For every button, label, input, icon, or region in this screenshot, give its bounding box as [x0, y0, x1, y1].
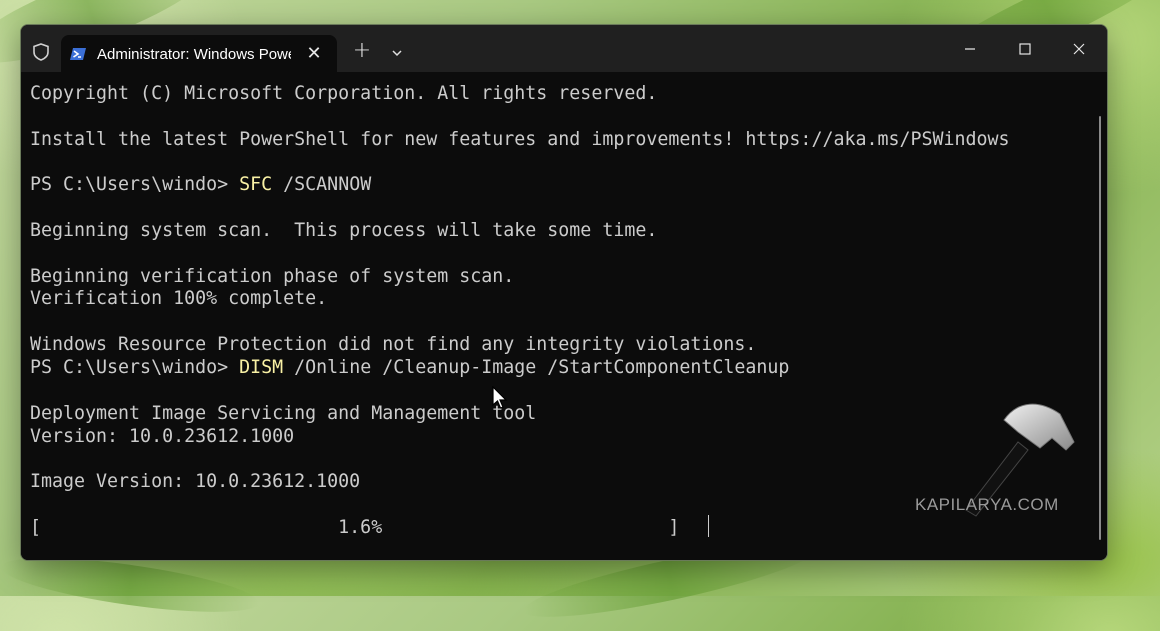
maximize-button[interactable]	[1005, 34, 1045, 64]
scrollbar[interactable]	[1099, 116, 1101, 540]
output-line: Verification 100% complete.	[30, 288, 328, 309]
powershell-icon	[69, 45, 87, 63]
new-tab-button[interactable]: +	[351, 40, 373, 63]
output-line: Version: 10.0.23612.1000	[30, 426, 295, 447]
output-line: Image Version: 10.0.23612.1000	[30, 471, 361, 492]
terminal-window: Administrator: Windows PowerShell ✕ + Co	[20, 24, 1108, 561]
shield-icon	[31, 42, 51, 62]
title-bar: Administrator: Windows PowerShell ✕ +	[21, 25, 1107, 73]
prompt: PS C:\Users\windo>	[30, 357, 240, 378]
terminal-output[interactable]: Copyright (C) Microsoft Corporation. All…	[21, 72, 1107, 560]
tab-title: Administrator: Windows PowerShell	[97, 46, 291, 63]
output-line: Beginning verification phase of system s…	[30, 266, 515, 287]
maximize-icon	[1019, 43, 1031, 55]
mouse-pointer-icon	[492, 385, 508, 410]
close-window-icon	[1073, 43, 1085, 55]
minimize-icon	[965, 48, 975, 50]
command-line: PS C:\Users\windo> DISM /Online /Cleanup…	[30, 357, 789, 379]
output-line: Beginning system scan. This process will…	[30, 220, 658, 241]
watermark: KAPILARYA.COM	[915, 495, 1059, 514]
command-name: DISM	[239, 357, 284, 378]
close-window-button[interactable]	[1059, 34, 1099, 64]
text-cursor	[708, 515, 709, 537]
output-line: Windows Resource Protection did not find…	[30, 334, 757, 355]
output-line: Copyright (C) Microsoft Corporation. All…	[30, 83, 658, 104]
command-args: /Online /Cleanup-Image /StartComponentCl…	[283, 357, 790, 378]
progress-bar-text: [ 1.6% ]	[30, 517, 680, 538]
tab-powershell[interactable]: Administrator: Windows PowerShell ✕	[61, 35, 337, 73]
minimize-button[interactable]	[950, 34, 990, 64]
output-line: Deployment Image Servicing and Managemen…	[30, 403, 537, 424]
command-line: PS C:\Users\windo> SFC /SCANNOW	[30, 174, 371, 196]
close-icon[interactable]: ✕	[303, 43, 325, 65]
command-args: /SCANNOW	[272, 174, 372, 195]
output-line: Install the latest PowerShell for new fe…	[30, 129, 1010, 150]
command-name: SFC	[239, 174, 273, 195]
prompt: PS C:\Users\windo>	[30, 174, 240, 195]
chevron-down-icon[interactable]	[387, 43, 407, 63]
